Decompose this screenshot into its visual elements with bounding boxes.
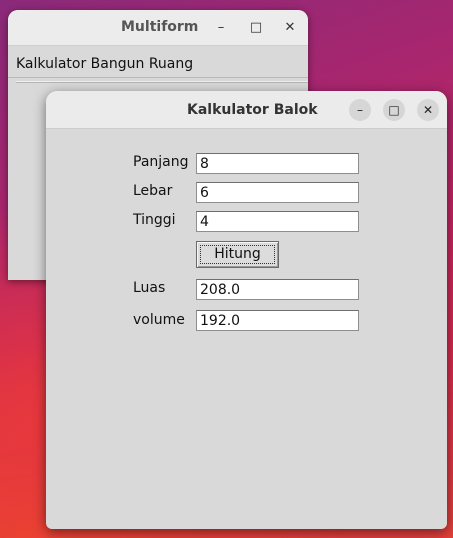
- focus-ring: [200, 245, 275, 264]
- volume-output[interactable]: 192.0: [196, 310, 359, 331]
- multiform-titlebar[interactable]: Multiform – □ ✕: [8, 10, 308, 46]
- menubar-separator: [16, 81, 308, 83]
- volume-label: volume: [133, 312, 185, 328]
- maximize-icon[interactable]: □: [247, 19, 265, 37]
- close-icon[interactable]: ✕: [281, 19, 299, 37]
- tinggi-label: Tinggi: [133, 212, 176, 228]
- lebar-input[interactable]: 6: [196, 182, 359, 203]
- menu-item-kalkulator-bangun-ruang[interactable]: Kalkulator Bangun Ruang: [16, 56, 193, 72]
- close-icon[interactable]: ✕: [417, 99, 439, 121]
- tinggi-input[interactable]: 4: [196, 211, 359, 232]
- minimize-icon[interactable]: –: [349, 99, 371, 121]
- panjang-label: Panjang: [133, 154, 189, 170]
- menubar: Kalkulator Bangun Ruang: [8, 46, 308, 83]
- hitung-button[interactable]: Hitung: [196, 241, 279, 268]
- maximize-icon[interactable]: □: [383, 99, 405, 121]
- kalkulator-balok-window-title: Kalkulator Balok: [187, 102, 318, 118]
- minimize-icon[interactable]: –: [212, 19, 230, 37]
- luas-output[interactable]: 208.0: [196, 279, 359, 300]
- kalkulator-balok-window: Kalkulator Balok – □ ✕ Panjang 8 Lebar 6…: [46, 91, 447, 529]
- panjang-input[interactable]: 8: [196, 153, 359, 174]
- lebar-label: Lebar: [133, 183, 173, 199]
- luas-label: Luas: [133, 280, 166, 296]
- multiform-window-title: Multiform: [121, 19, 199, 35]
- kalkulator-balok-titlebar[interactable]: Kalkulator Balok – □ ✕: [46, 91, 447, 129]
